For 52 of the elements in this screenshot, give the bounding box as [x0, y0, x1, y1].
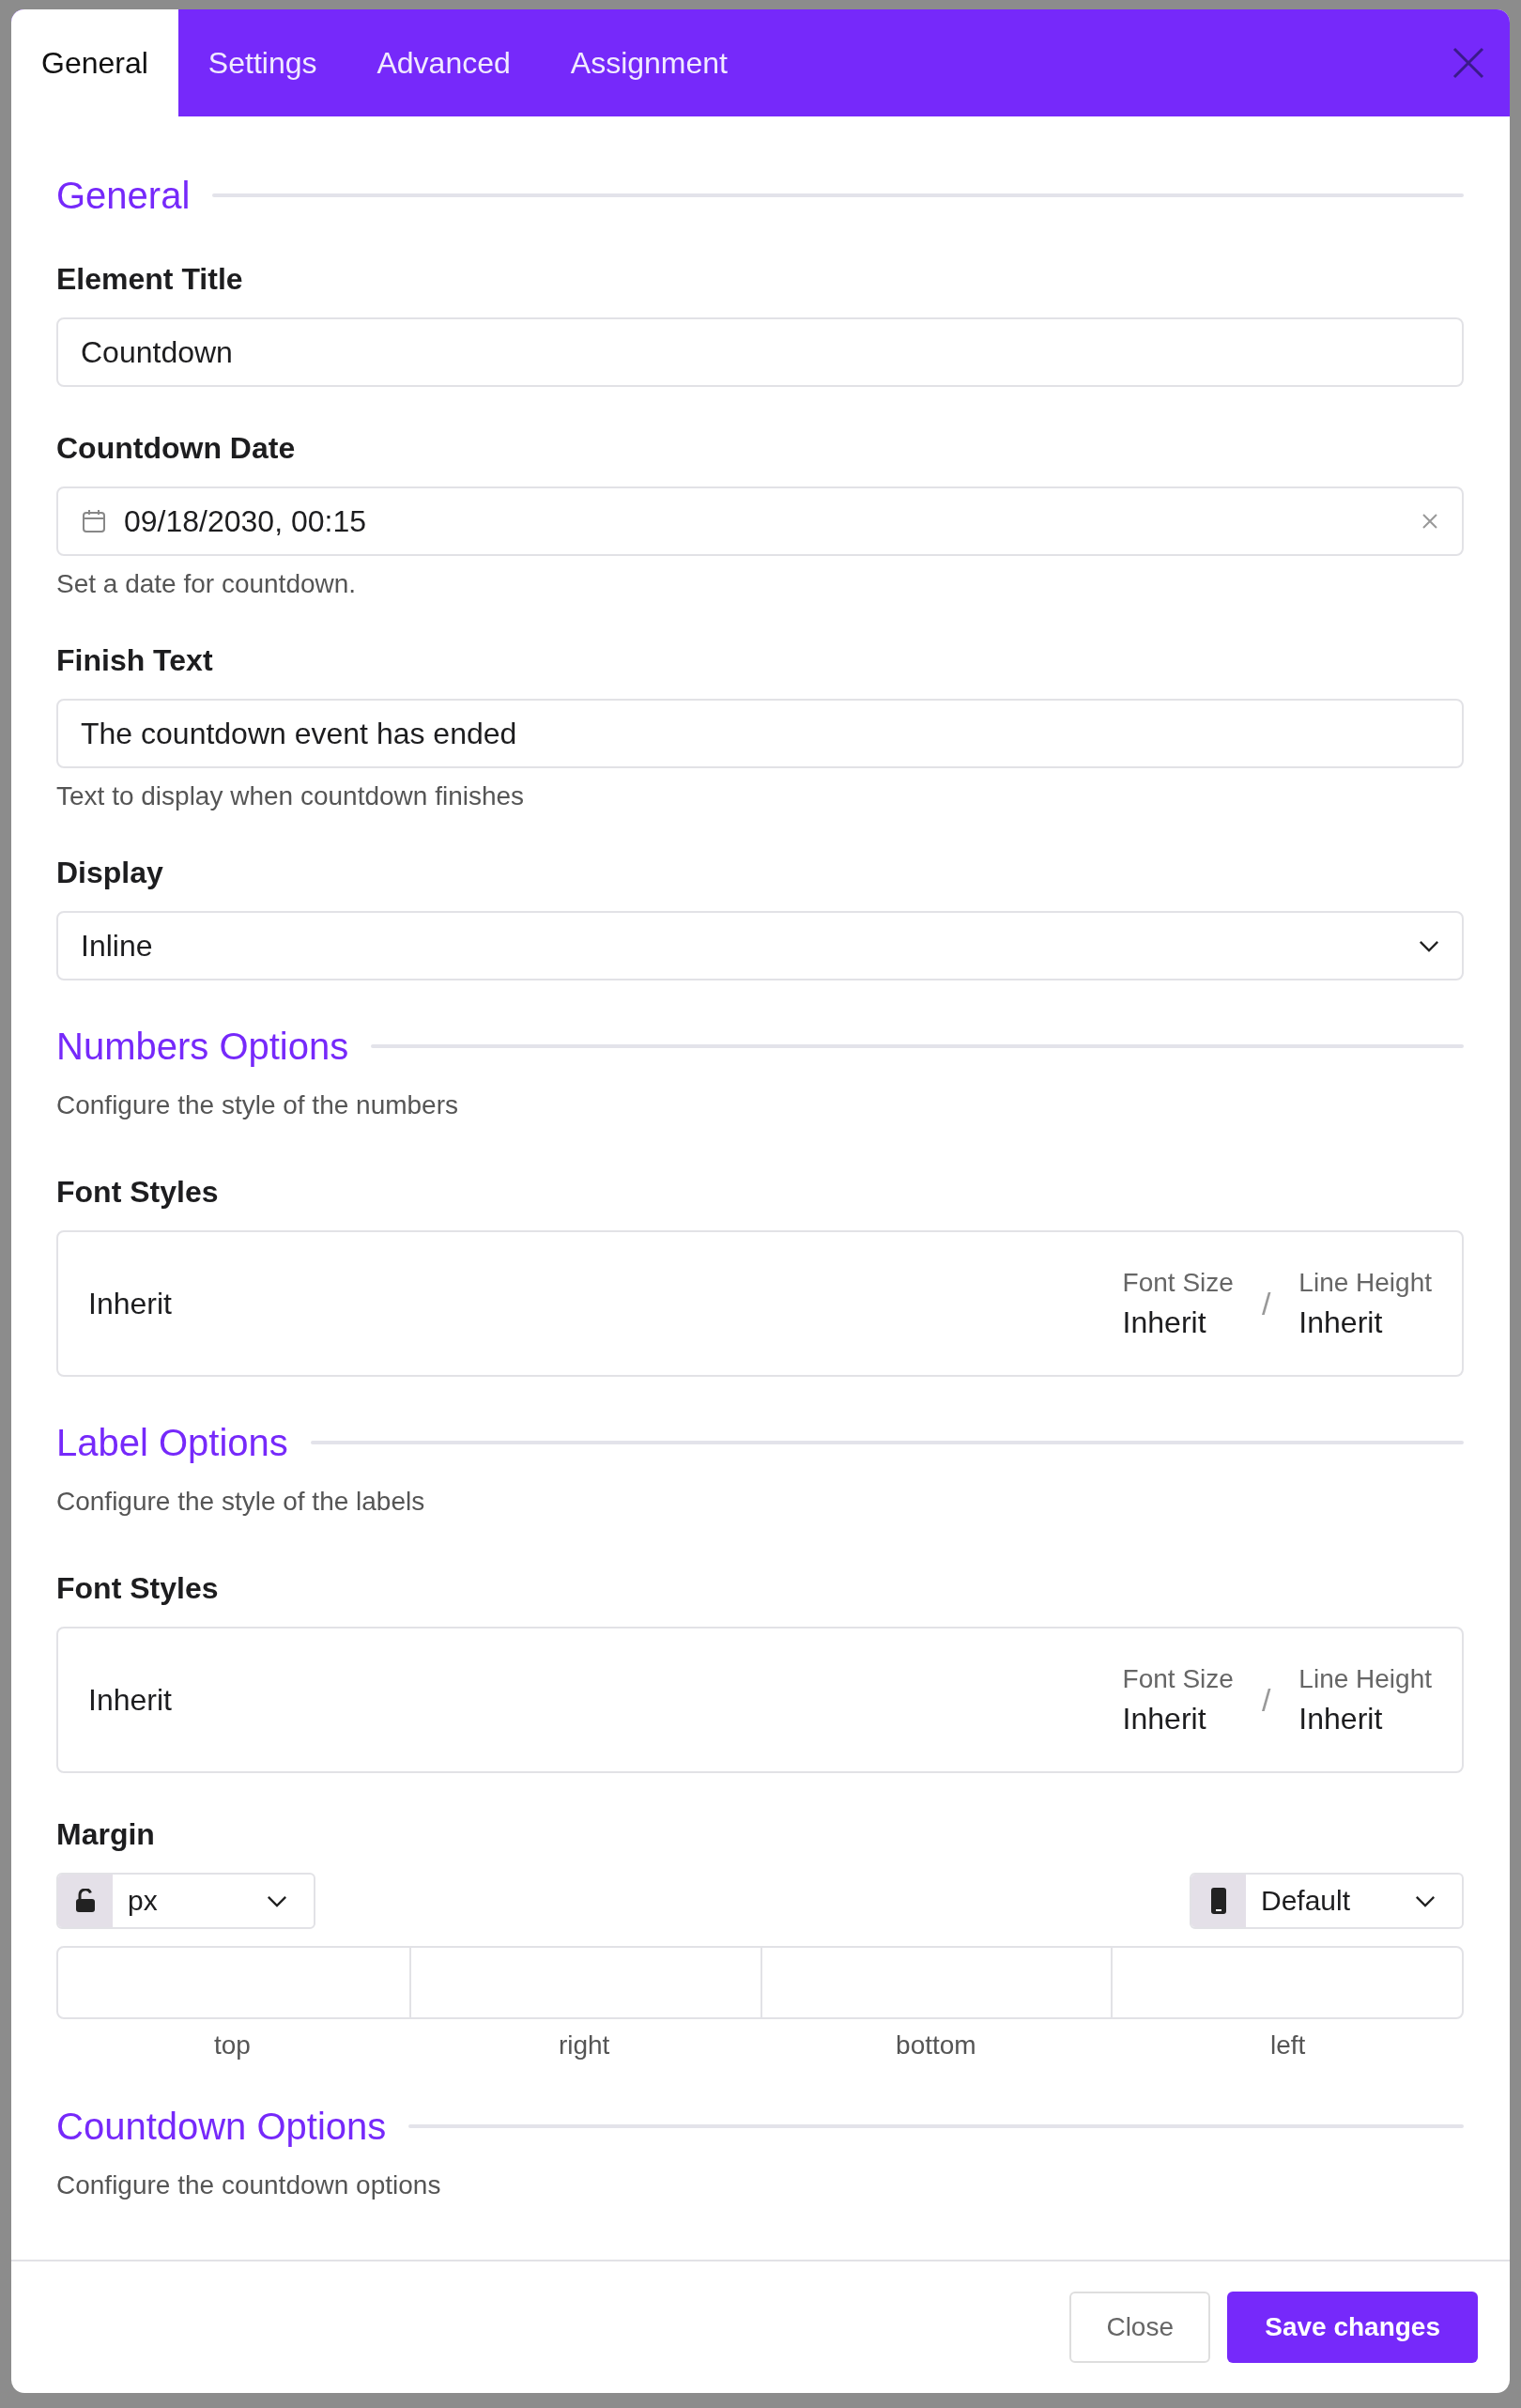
tab[interactable]: Settings [177, 9, 347, 116]
section-heading: Countdown Options [56, 2105, 387, 2149]
section-description: Configure the countdown options [56, 2169, 442, 2201]
input-field[interactable]: The countdown event has ended [56, 699, 1464, 768]
section-heading: Numbers Options [56, 1025, 349, 1069]
side-label: top [213, 2030, 251, 2061]
field-label: Margin [56, 1816, 156, 1852]
side-label: right [558, 2030, 610, 2061]
help-text: Text to display when countdown finishes [56, 781, 526, 811]
chevron-down-icon [267, 1894, 287, 1907]
line-height-value: Inherit [1298, 1304, 1384, 1340]
font-family-value: Inherit [88, 1682, 173, 1718]
line-height-label: Line Height [1298, 1267, 1432, 1298]
font-family-value: Inherit [88, 1286, 173, 1321]
font-size-value: Inherit [1122, 1304, 1207, 1340]
field-label: Countdown Date [56, 430, 297, 466]
tab[interactable]: Assignment [540, 9, 758, 116]
separator: / [1261, 1285, 1271, 1322]
chevron-down-icon [1419, 939, 1439, 952]
section-description: Configure the style of the numbers [56, 1089, 459, 1121]
font-size-value: Inherit [1122, 1701, 1207, 1737]
field-label: Element Title [56, 261, 244, 297]
line-height-value: Inherit [1298, 1701, 1384, 1737]
field-label: Font Styles [56, 1174, 220, 1210]
separator: / [1261, 1681, 1271, 1719]
side-label: left [1269, 2030, 1306, 2061]
field-label: Finish Text [56, 642, 214, 678]
tab[interactable]: General [11, 9, 178, 116]
chevron-down-icon [1415, 1894, 1436, 1907]
select-field[interactable]: Inline [56, 911, 1464, 980]
clear-icon[interactable] [1421, 512, 1439, 531]
device-select[interactable]: Default [1190, 1873, 1464, 1929]
font-size-label: Font Size [1122, 1267, 1234, 1298]
tab[interactable]: Advanced [346, 9, 541, 116]
close-icon[interactable] [1452, 46, 1485, 80]
section-heading: Label Options [56, 1421, 288, 1465]
section-heading: General [56, 174, 191, 218]
font-size-label: Font Size [1122, 1663, 1234, 1694]
close-button[interactable]: Close [1069, 2292, 1211, 2363]
help-text: Set a date for countdown. [56, 569, 358, 599]
section-description: Configure the style of the labels [56, 1486, 426, 1518]
field-label: Font Styles [56, 1570, 220, 1606]
calendar-icon [81, 508, 107, 534]
unlock-icon[interactable] [74, 1889, 97, 1913]
line-height-label: Line Height [1298, 1663, 1432, 1694]
date-field[interactable]: 09/18/2030, 00:15 [56, 486, 1464, 556]
input-field[interactable]: Countdown [56, 317, 1464, 387]
save-button[interactable]: Save changes [1227, 2292, 1478, 2363]
unit-select[interactable]: px [56, 1873, 315, 1929]
side-label: bottom [896, 2030, 976, 2061]
field-label: Display [56, 855, 164, 890]
phone-icon[interactable] [1210, 1887, 1227, 1915]
